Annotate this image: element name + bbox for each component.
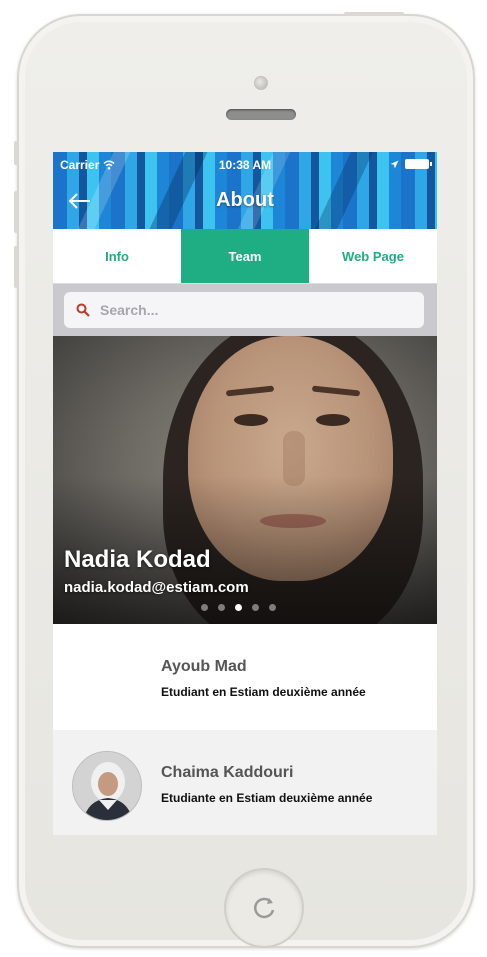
segmented-tabs: Info Team Web Page <box>53 229 437 284</box>
photo-brow-left <box>225 385 275 397</box>
search-placeholder: Search... <box>100 302 159 318</box>
tab-team[interactable]: Team <box>181 229 309 283</box>
page-dot-1[interactable] <box>201 604 208 611</box>
tab-web-page[interactable]: Web Page <box>309 229 437 283</box>
featured-member-email[interactable]: nadia.kodad@estiam.com <box>64 579 249 596</box>
search-input[interactable]: Search... <box>64 292 424 328</box>
member-description: Etudiant en Estiam deuxième année <box>161 685 366 699</box>
search-icon <box>76 303 90 317</box>
search-bar: Search... <box>53 284 437 336</box>
nav-header: Carrier 10:38 AM About <box>53 152 437 229</box>
home-button[interactable] <box>224 868 304 948</box>
photo-eye-left <box>234 414 268 426</box>
page-dot-4[interactable] <box>252 604 259 611</box>
list-item[interactable]: Ayoub Mad Etudiant en Estiam deuxième an… <box>53 624 437 730</box>
member-name: Ayoub Mad <box>161 658 247 675</box>
featured-member-name: Nadia Kodad <box>64 546 211 573</box>
page-dot-2[interactable] <box>218 604 225 611</box>
battery-icon <box>405 159 432 169</box>
member-name: Chaima Kaddouri <box>161 764 294 781</box>
avatar <box>72 751 142 821</box>
member-description: Etudiante en Estiam deuxième année <box>161 791 373 805</box>
refresh-icon <box>253 897 275 919</box>
photo-brow-right <box>311 385 361 397</box>
side-button-silent <box>14 141 18 165</box>
page-dot-5[interactable] <box>269 604 276 611</box>
page-title: About <box>216 189 274 211</box>
status-bar: Carrier 10:38 AM <box>53 156 437 174</box>
status-time: 10:38 AM <box>218 158 272 172</box>
tab-info[interactable]: Info <box>53 229 181 283</box>
side-button-volume-up <box>14 191 18 233</box>
page-dot-3[interactable] <box>235 604 242 611</box>
front-camera <box>254 76 268 90</box>
location-arrow-icon <box>390 160 399 168</box>
app-screen: Carrier 10:38 AM About Info Team Web Pag… <box>53 152 437 835</box>
avatar-photo <box>73 752 141 820</box>
photo-eye-right <box>316 414 350 426</box>
featured-member-card[interactable]: Nadia Kodad nadia.kodad@estiam.com <box>53 336 437 624</box>
page-indicator <box>201 604 276 611</box>
power-button <box>344 12 404 16</box>
team-list: Ayoub Mad Etudiant en Estiam deuxième an… <box>53 624 437 835</box>
earpiece-speaker <box>226 109 296 120</box>
status-right <box>390 159 432 169</box>
side-button-volume-down <box>14 246 18 288</box>
list-item[interactable]: Chaima Kaddouri Etudiante en Estiam deux… <box>53 730 437 835</box>
